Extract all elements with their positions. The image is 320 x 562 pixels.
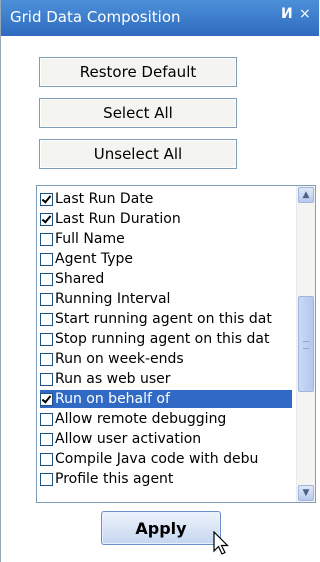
checkbox[interactable] <box>40 332 53 346</box>
list-item[interactable]: Allow remote debugging <box>40 410 292 428</box>
columns-checklist[interactable]: Last Run Date Last Run Duration Full Nam… <box>36 185 316 503</box>
checkbox[interactable] <box>40 392 53 406</box>
list-item[interactable]: Full Name <box>40 230 292 248</box>
select-all-button[interactable]: Select All <box>39 98 237 128</box>
checkbox[interactable] <box>40 472 53 486</box>
checkbox[interactable] <box>40 192 53 206</box>
mouse-cursor-icon <box>213 531 229 555</box>
list-item-label: Allow remote debugging <box>55 411 227 427</box>
list-item[interactable]: Shared <box>40 270 292 288</box>
checkbox[interactable] <box>40 232 53 246</box>
list-item[interactable]: Run on behalf of <box>40 390 292 408</box>
apply-button[interactable]: Apply <box>101 511 221 545</box>
checkbox[interactable] <box>40 372 53 386</box>
unselect-all-button[interactable]: Unselect All <box>39 139 237 169</box>
list-item-label: Allow user activation <box>55 431 202 447</box>
list-item[interactable]: Agent Type <box>40 250 292 268</box>
list-item[interactable]: Allow user activation <box>40 430 292 448</box>
checkbox[interactable] <box>40 412 53 426</box>
list-item-label: Start running agent on this dat <box>55 311 272 327</box>
list-item[interactable]: Last Run Duration <box>40 210 292 228</box>
checkbox[interactable] <box>40 292 53 306</box>
checkbox[interactable] <box>40 452 53 466</box>
checkbox[interactable] <box>40 272 53 286</box>
list-item-label: Run as web user <box>55 371 171 387</box>
list-item-label: Agent Type <box>55 251 134 267</box>
list-scrollbar[interactable]: ▲ ▼ <box>296 186 315 502</box>
list-item[interactable]: Run on week-ends <box>40 350 292 368</box>
checkbox[interactable] <box>40 312 53 326</box>
list-item-label: Run on week-ends <box>55 351 184 367</box>
thumb-grip <box>303 341 309 349</box>
close-icon[interactable]: × <box>299 6 311 22</box>
grid-data-composition-panel: Grid Data Composition И × Restore Defaul… <box>0 0 319 562</box>
restore-default-button[interactable]: Restore Default <box>39 57 237 87</box>
list-item-label: Shared <box>55 271 105 287</box>
list-item-label: Running Interval <box>55 291 171 307</box>
list-item-label: Run on behalf of <box>55 391 170 407</box>
list-item-label: Last Run Duration <box>55 211 181 227</box>
list-item[interactable]: Start running agent on this dat <box>40 310 292 328</box>
list-item-label: Full Name <box>55 231 125 247</box>
panel-title: Grid Data Composition <box>10 8 181 26</box>
scroll-down-icon[interactable]: ▼ <box>298 485 314 501</box>
checkbox[interactable] <box>40 252 53 266</box>
pin-icon[interactable]: И <box>281 6 293 22</box>
scroll-up-icon[interactable]: ▲ <box>298 187 314 203</box>
list-item-label: Compile Java code with debu <box>55 451 259 467</box>
checkbox[interactable] <box>40 212 53 226</box>
scroll-thumb[interactable] <box>298 296 314 392</box>
list-item-label: Stop running agent on this dat <box>55 331 270 347</box>
list-item-label: Profile this agent <box>55 471 174 487</box>
checkbox[interactable] <box>40 352 53 366</box>
list-item[interactable]: Stop running agent on this dat <box>40 330 292 348</box>
checkbox[interactable] <box>40 432 53 446</box>
list-item[interactable]: Running Interval <box>40 290 292 308</box>
list-item[interactable]: Profile this agent <box>40 470 292 488</box>
panel-title-bar: Grid Data Composition И × <box>1 0 319 36</box>
list-item[interactable]: Run as web user <box>40 370 292 388</box>
list-item[interactable]: Compile Java code with debu <box>40 450 292 468</box>
list-item-label: Last Run Date <box>55 191 154 207</box>
list-item[interactable]: Last Run Date <box>40 190 292 208</box>
